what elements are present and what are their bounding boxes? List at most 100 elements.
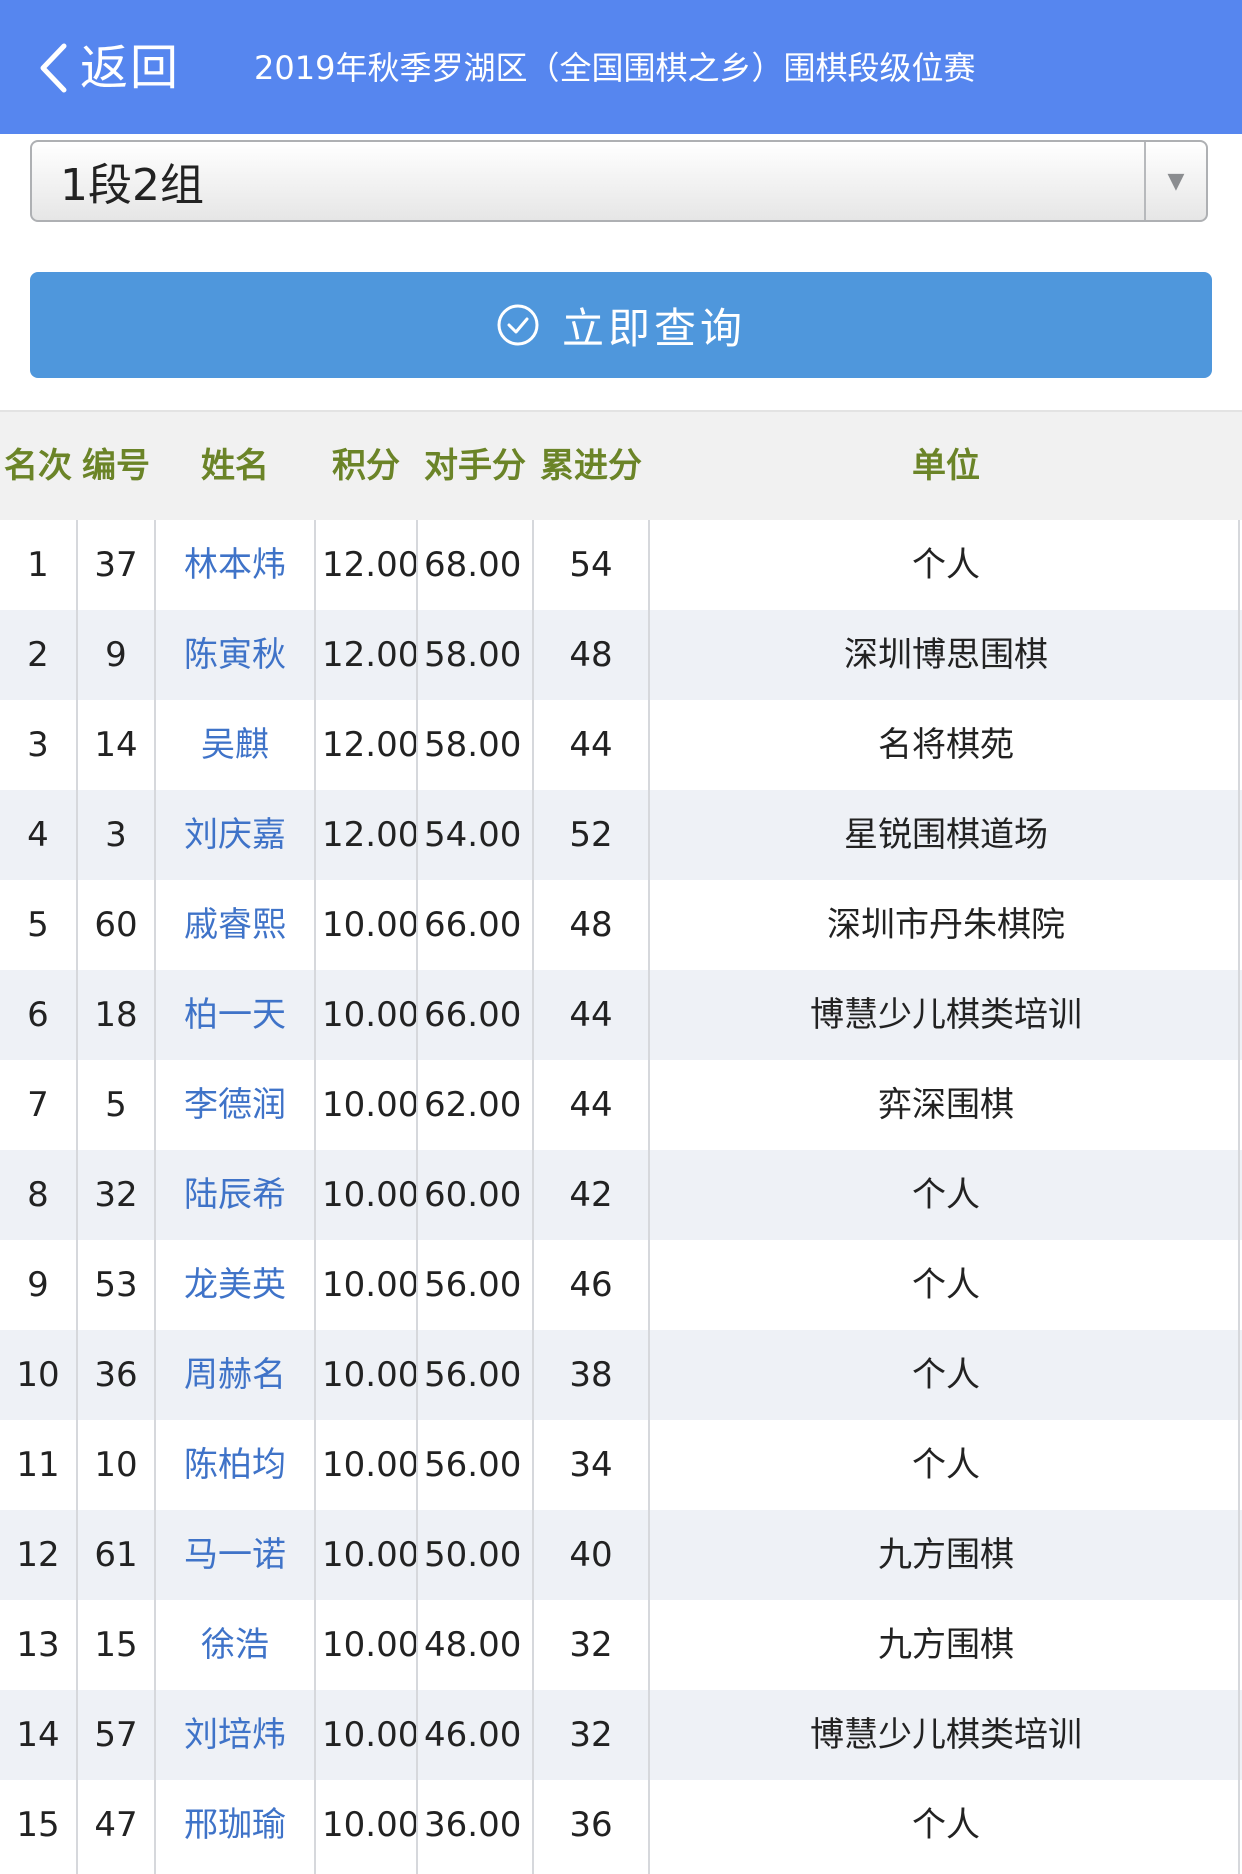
rank-cell: 6: [27, 995, 49, 1035]
back-button[interactable]: 返回: [38, 36, 180, 100]
cumulative-score-cell: 44: [569, 1085, 613, 1125]
rank-cell: 5: [27, 905, 49, 945]
score-cell: 10.00: [322, 1445, 420, 1485]
table-header: 名次 编号 姓名 积分 对手分 累进分 单位: [0, 412, 1242, 520]
dropdown-arrow-icon[interactable]: ▼: [1144, 142, 1206, 220]
column-header-opponent-score: 对手分: [424, 446, 526, 486]
player-name-link[interactable]: 陆辰希: [156, 1150, 314, 1240]
column-divider: [416, 520, 418, 1874]
query-button[interactable]: 立即查询: [30, 272, 1212, 378]
score-cell: 12.00: [322, 815, 420, 855]
column-divider: [1238, 520, 1240, 1874]
rank-cell: 9: [27, 1265, 49, 1305]
opponent-score-cell: 66.00: [424, 905, 522, 945]
unit-cell: 弈深围棋: [878, 1085, 1014, 1125]
back-label: 返回: [80, 40, 181, 96]
player-name-link[interactable]: 周赫名: [156, 1330, 314, 1420]
table-row: 14 57 刘培炜 10.00 46.00 32 博慧少儿棋类培训: [0, 1690, 1242, 1780]
number-cell: 32: [94, 1175, 138, 1215]
cumulative-score-cell: 54: [569, 545, 613, 585]
chevron-left-icon: [38, 42, 68, 94]
check-circle-icon: [496, 303, 562, 347]
table-row: 13 15 徐浩 10.00 48.00 32 九方围棋: [0, 1600, 1242, 1690]
player-name-link[interactable]: 马一诺: [156, 1510, 314, 1600]
rank-cell: 1: [27, 545, 49, 585]
number-cell: 57: [94, 1715, 138, 1755]
score-cell: 12.00: [322, 545, 420, 585]
number-cell: 60: [94, 905, 138, 945]
score-cell: 10.00: [322, 1085, 420, 1125]
query-button-label: 立即查询: [561, 303, 746, 353]
column-header-name: 姓名: [201, 446, 269, 486]
table-row: 7 5 李德润 10.00 62.00 44 弈深围棋: [0, 1060, 1242, 1150]
opponent-score-cell: 66.00: [424, 995, 522, 1035]
rank-cell: 7: [27, 1085, 49, 1125]
score-cell: 10.00: [322, 905, 420, 945]
cumulative-score-cell: 44: [569, 725, 613, 765]
cumulative-score-cell: 42: [569, 1175, 613, 1215]
score-cell: 10.00: [322, 1355, 420, 1395]
score-cell: 12.00: [322, 725, 420, 765]
unit-cell: 个人: [912, 1175, 980, 1215]
results-table-body: 1 37 林本炜 12.00 68.00 54 个人 2 9 陈寅秋 12.00 58.00 48 深圳博…: [0, 520, 1242, 1870]
number-cell: 10: [94, 1445, 138, 1485]
group-select-value: 1段2组: [60, 160, 204, 211]
player-name-link[interactable]: 林本炜: [156, 520, 314, 610]
table-row: 4 3 刘庆嘉 12.00 54.00 52 星锐围棋道场: [0, 790, 1242, 880]
cumulative-score-cell: 32: [569, 1715, 613, 1755]
column-divider: [76, 520, 78, 1874]
opponent-score-cell: 56.00: [424, 1355, 522, 1395]
cumulative-score-cell: 40: [569, 1535, 613, 1575]
table-row: 5 60 戚睿熙 10.00 66.00 48 深圳市丹朱棋院: [0, 880, 1242, 970]
score-cell: 10.00: [322, 995, 420, 1035]
rank-cell: 3: [27, 725, 49, 765]
number-cell: 36: [94, 1355, 138, 1395]
unit-cell: 深圳市丹朱棋院: [827, 905, 1065, 945]
player-name-link[interactable]: 邢珈瑜: [156, 1780, 314, 1870]
player-name-link[interactable]: 陈柏均: [156, 1420, 314, 1510]
group-select[interactable]: 1段2组 ▼: [30, 140, 1208, 222]
opponent-score-cell: 68.00: [424, 545, 522, 585]
cumulative-score-cell: 48: [569, 905, 613, 945]
player-name-link[interactable]: 李德润: [156, 1060, 314, 1150]
opponent-score-cell: 54.00: [424, 815, 522, 855]
opponent-score-cell: 48.00: [424, 1625, 522, 1665]
table-row: 9 53 龙美英 10.00 56.00 46 个人: [0, 1240, 1242, 1330]
table-row: 2 9 陈寅秋 12.00 58.00 48 深圳博思围棋: [0, 610, 1242, 700]
rank-cell: 15: [16, 1805, 60, 1845]
rank-cell: 8: [27, 1175, 49, 1215]
player-name-link[interactable]: 吴麒: [156, 700, 314, 790]
score-cell: 10.00: [322, 1175, 420, 1215]
player-name-link[interactable]: 刘培炜: [156, 1690, 314, 1780]
table-row: 8 32 陆辰希 10.00 60.00 42 个人: [0, 1150, 1242, 1240]
column-divider: [314, 520, 316, 1874]
unit-cell: 个人: [912, 1355, 980, 1395]
app-header: 返回 2019年秋季罗湖区（全国围棋之乡）围棋段级位赛: [0, 0, 1242, 134]
player-name-link[interactable]: 陈寅秋: [156, 610, 314, 700]
player-name-link[interactable]: 徐浩: [156, 1600, 314, 1690]
column-header-unit: 单位: [912, 446, 980, 486]
number-cell: 53: [94, 1265, 138, 1305]
column-header-number: 编号: [82, 446, 150, 486]
player-name-link[interactable]: 戚睿熙: [156, 880, 314, 970]
score-cell: 10.00: [322, 1625, 420, 1665]
number-cell: 5: [105, 1085, 127, 1125]
column-header-score: 积分: [332, 446, 400, 486]
player-name-link[interactable]: 龙美英: [156, 1240, 314, 1330]
opponent-score-cell: 46.00: [424, 1715, 522, 1755]
number-cell: 61: [94, 1535, 138, 1575]
player-name-link[interactable]: 柏一天: [156, 970, 314, 1060]
opponent-score-cell: 56.00: [424, 1265, 522, 1305]
unit-cell: 个人: [912, 545, 980, 585]
rank-cell: 13: [16, 1625, 60, 1665]
cumulative-score-cell: 36: [569, 1805, 613, 1845]
table-row: 15 47 邢珈瑜 10.00 36.00 36 个人: [0, 1780, 1242, 1870]
column-divider: [154, 520, 156, 1874]
cumulative-score-cell: 52: [569, 815, 613, 855]
cumulative-score-cell: 34: [569, 1445, 613, 1485]
number-cell: 14: [94, 725, 138, 765]
number-cell: 47: [94, 1805, 138, 1845]
number-cell: 18: [94, 995, 138, 1035]
cumulative-score-cell: 38: [569, 1355, 613, 1395]
player-name-link[interactable]: 刘庆嘉: [156, 790, 314, 880]
